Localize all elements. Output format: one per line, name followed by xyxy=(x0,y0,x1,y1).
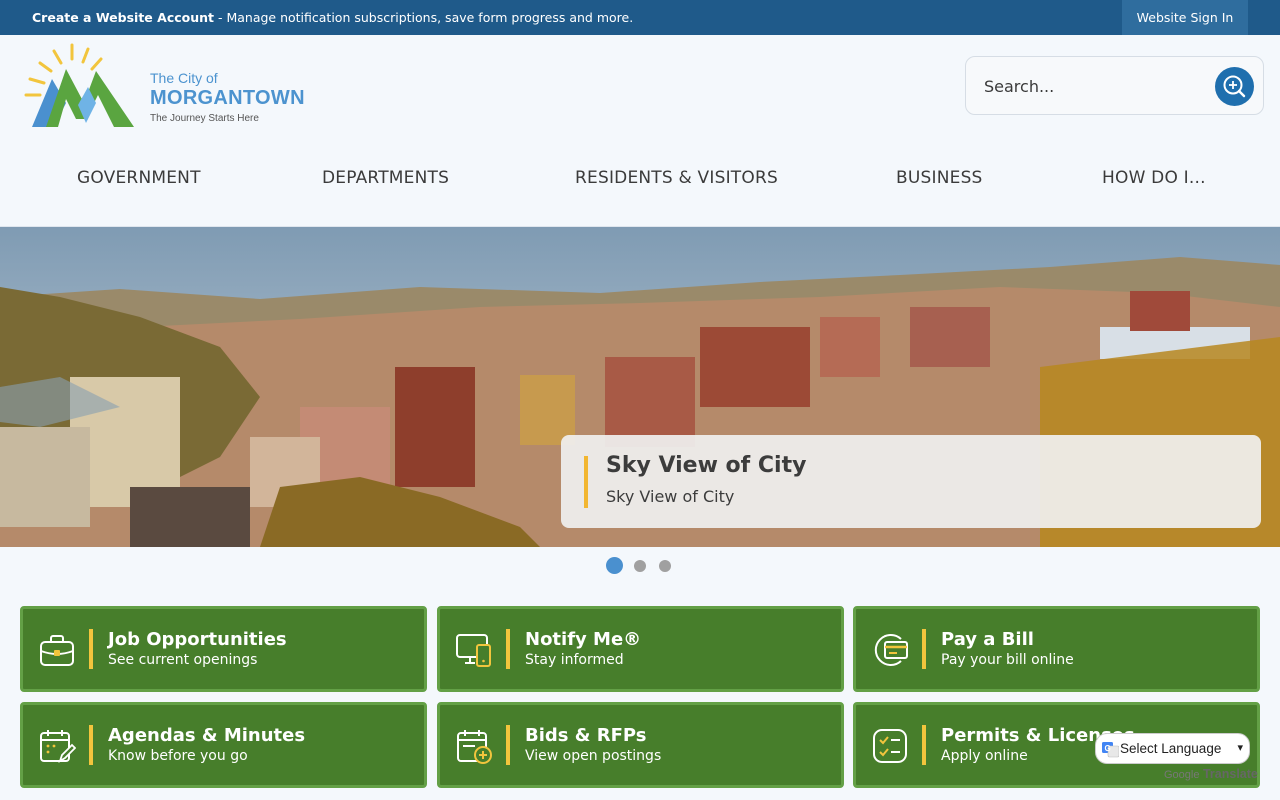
logo-line-2: MORGANTOWN xyxy=(150,87,305,109)
tile-divider xyxy=(922,725,926,765)
tile-subtitle: Know before you go xyxy=(108,748,248,764)
tile-subtitle: Pay your bill online xyxy=(941,652,1074,668)
tile-title: Pay a Bill xyxy=(941,629,1034,650)
nav-how-do-i[interactable]: HOW DO I... xyxy=(1102,168,1206,188)
site-header: The City of MORGANTOWN The Journey Start… xyxy=(0,35,1280,227)
language-select[interactable]: G Select Language ▾ xyxy=(1095,733,1250,764)
slide-dot-3[interactable] xyxy=(659,560,671,572)
tile-notify-me[interactable]: Notify Me® Stay informed xyxy=(437,606,844,692)
tile-subtitle: See current openings xyxy=(108,652,258,668)
search-input[interactable] xyxy=(984,71,1204,101)
search-box xyxy=(965,56,1264,115)
nav-departments[interactable]: DEPARTMENTS xyxy=(322,168,449,188)
slide-dot-1[interactable] xyxy=(606,557,623,574)
tile-pay-a-bill[interactable]: Pay a Bill Pay your bill online xyxy=(853,606,1260,692)
checklist-icon xyxy=(873,729,907,763)
nav-business[interactable]: BUSINESS xyxy=(896,168,983,188)
language-select-label: Select Language xyxy=(1120,741,1222,756)
google-wordmark: Google xyxy=(1164,769,1200,781)
devices-icon xyxy=(456,634,491,667)
logo-line-1: The City of xyxy=(150,70,218,86)
slide-title: Sky View of City xyxy=(606,453,807,478)
tile-title: Notify Me® xyxy=(525,629,642,650)
logo-tagline: The Journey Starts Here xyxy=(150,113,259,124)
calendar-add-icon xyxy=(457,730,492,764)
search-button[interactable] xyxy=(1215,67,1254,106)
tile-title: Job Opportunities xyxy=(108,629,287,650)
tile-subtitle: Stay informed xyxy=(525,652,624,668)
website-sign-in-button[interactable]: Website Sign In xyxy=(1122,0,1248,35)
google-translate-icon: G xyxy=(1102,742,1119,758)
tile-subtitle: Apply online xyxy=(941,748,1028,764)
account-bar: Create a Website Account - Manage notifi… xyxy=(0,0,1280,35)
payment-card-icon xyxy=(874,634,908,666)
powered-by-google-translate[interactable]: Google Translate xyxy=(1164,767,1258,781)
hero-slideshow: Sky View of City Sky View of City xyxy=(0,227,1280,547)
city-name-wordmark: The City of MORGANTOWN The Journey Start… xyxy=(150,70,305,124)
tile-job-opportunities[interactable]: Job Opportunities See current openings xyxy=(20,606,427,692)
slide-caption: Sky View of City Sky View of City xyxy=(561,435,1261,528)
search-icon xyxy=(1223,75,1246,98)
create-account-link[interactable]: Create a Website Account xyxy=(32,10,214,25)
tile-divider xyxy=(89,629,93,669)
main-navigation: GOVERNMENT DEPARTMENTS RESIDENTS & VISIT… xyxy=(0,168,1280,198)
tile-title: Bids & RFPs xyxy=(525,725,647,746)
tile-divider xyxy=(506,725,510,765)
create-account-description: - Manage notification subscriptions, sav… xyxy=(214,10,634,25)
slide-subtitle: Sky View of City xyxy=(606,487,735,506)
tile-bids-rfps[interactable]: Bids & RFPs View open postings xyxy=(437,702,844,788)
nav-government[interactable]: GOVERNMENT xyxy=(77,168,201,188)
slide-dot-2[interactable] xyxy=(634,560,646,572)
tile-subtitle: View open postings xyxy=(525,748,662,764)
tile-title: Agendas & Minutes xyxy=(108,725,306,746)
calendar-edit-icon xyxy=(40,730,76,764)
tile-divider xyxy=(922,629,926,669)
create-account-message[interactable]: Create a Website Account - Manage notifi… xyxy=(32,10,633,25)
tile-divider xyxy=(506,629,510,669)
briefcase-icon xyxy=(40,635,74,666)
caption-accent-bar xyxy=(584,456,588,508)
chevron-down-icon: ▾ xyxy=(1237,742,1243,754)
translate-wordmark: Translate xyxy=(1202,767,1258,781)
tile-agendas-minutes[interactable]: Agendas & Minutes Know before you go xyxy=(20,702,427,788)
svg-text:G: G xyxy=(1105,744,1111,753)
nav-residents-visitors[interactable]: RESIDENTS & VISITORS xyxy=(575,168,778,188)
city-logo-mark-icon xyxy=(24,43,134,127)
tile-divider xyxy=(89,725,93,765)
